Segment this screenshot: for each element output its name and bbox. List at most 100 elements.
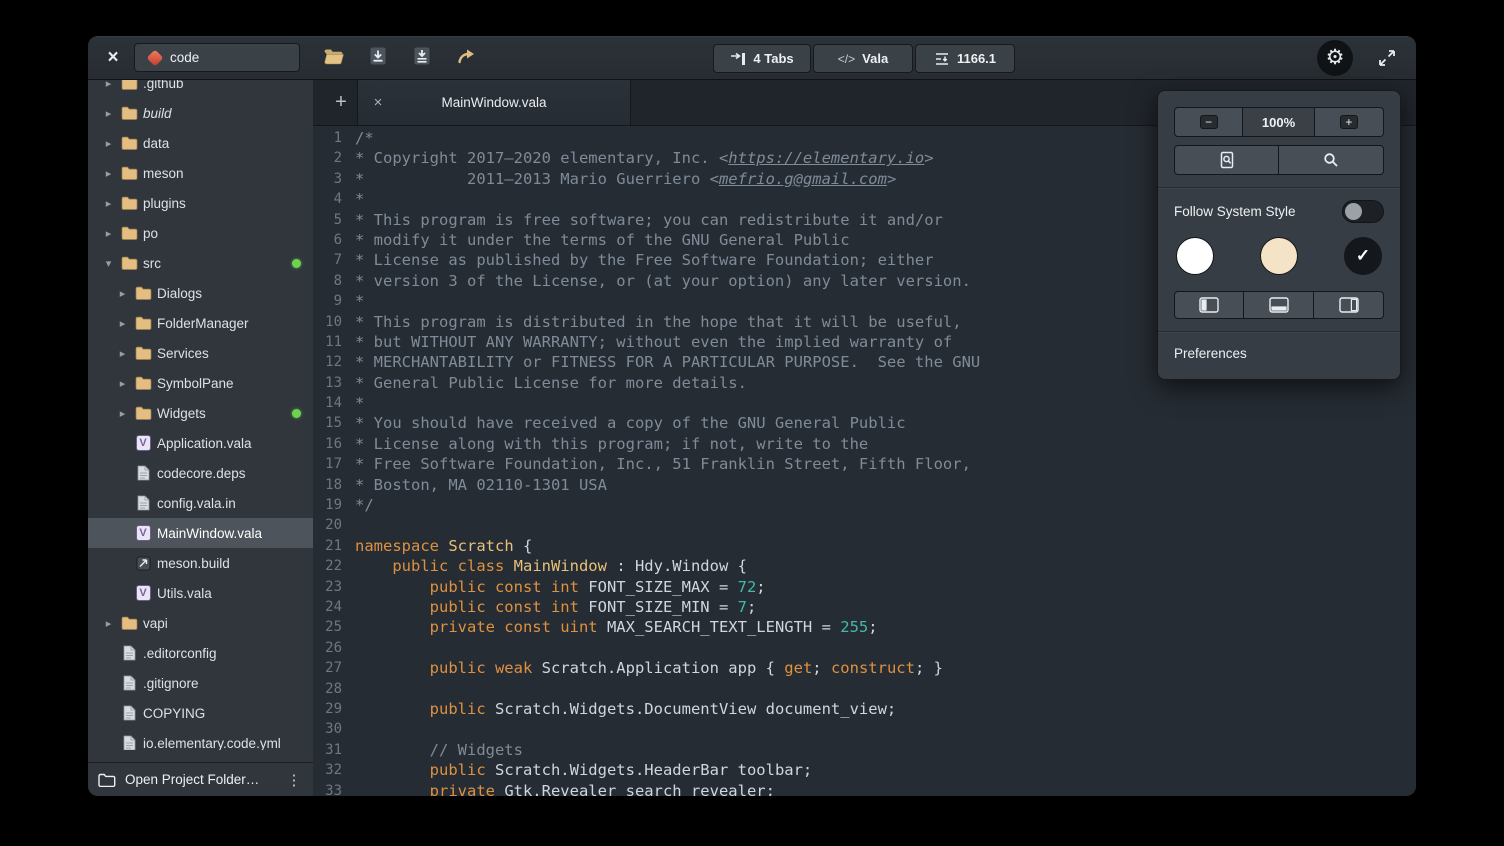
open-folder-button[interactable] [318,43,350,73]
tab-close-icon[interactable]: × [368,80,388,125]
tree-item-meson[interactable]: ▸meson [88,158,313,188]
tree-item-vapi[interactable]: ▸vapi [88,608,313,638]
tree-item--gitignore[interactable]: .gitignore [88,668,313,698]
preferences-button[interactable]: Preferences [1174,344,1247,363]
kebab-menu-icon[interactable]: ⋮ [285,771,303,789]
open-project-folder-button[interactable]: Open Project Folder… ⋮ [88,762,313,796]
tree-item-mainwindow-vala[interactable]: VMainWindow.vala [88,518,313,548]
tabs-overview-button[interactable]: 4 Tabs [713,44,811,73]
line-number: 19 [313,495,355,515]
tree-item-application-vala[interactable]: VApplication.vala [88,428,313,458]
code-text: public const int FONT_SIZE_MAX = 72; [355,577,766,597]
line-number: 13 [313,373,355,393]
chevron-right-icon[interactable]: ▸ [116,287,129,300]
tree-item-io-elementary-code-yml[interactable]: io.elementary.code.yml [88,728,313,750]
header-center-group: 4 Tabs </> Vala 1166.1 [713,44,1015,73]
save-as-button[interactable] [406,43,438,73]
tree-item-label: Dialogs [157,286,202,301]
line-number: 2 [313,148,355,168]
tree-item-codecore-deps[interactable]: codecore.deps [88,458,313,488]
save-icon [368,46,388,69]
tree-item-dialogs[interactable]: ▸ Dialogs [88,278,313,308]
style-light-button[interactable] [1176,237,1214,275]
chevron-right-icon[interactable]: ▸ [102,617,115,630]
layout-sidebar-right-icon [1339,297,1359,313]
chevron-right-icon[interactable]: ▸ [102,107,115,120]
line-number: 33 [313,781,355,797]
tree-item-po[interactable]: ▸po [88,218,313,248]
chevron-right-icon[interactable]: ▸ [116,347,129,360]
settings-gear-button[interactable]: ⚙ [1317,40,1353,76]
chevron-down-icon[interactable]: ▾ [102,257,115,270]
tree-item-config-vala-in[interactable]: config.vala.in [88,488,313,518]
zoom-in-button[interactable]: + [1315,107,1384,137]
find-button[interactable] [1279,145,1384,175]
tab-mainwindow-vala[interactable]: × MainWindow.vala [357,80,631,125]
tree-item-src[interactable]: ▾src [88,248,313,278]
zoom-controls: − 100% + [1174,107,1384,137]
tree-item-copying[interactable]: COPYING [88,698,313,728]
tree-item-symbolpane[interactable]: ▸SymbolPane [88,368,313,398]
tree-item-label: Application.vala [157,436,252,451]
chevron-right-icon[interactable]: ▸ [102,197,115,210]
code-text: public const int FONT_SIZE_MIN = 7; [355,597,756,617]
tree-item-widgets[interactable]: ▸Widgets [88,398,313,428]
zoom-out-button[interactable]: − [1174,107,1243,137]
chevron-right-icon[interactable]: ▸ [102,167,115,180]
toggle-sidebar-button[interactable] [1174,291,1244,319]
folder-icon [120,106,138,120]
chevron-right-icon[interactable]: ▸ [102,227,115,240]
chevron-right-icon[interactable]: ▸ [116,377,129,390]
code-text: * This program is free software; you can… [355,210,943,230]
tabs-count-label: 4 Tabs [753,51,793,66]
fullscreen-button[interactable] [1373,45,1401,71]
language-selector-button[interactable]: </> Vala [813,44,913,73]
tree-item-label: .editorconfig [143,646,217,661]
line-number: 24 [313,597,355,617]
tree-item-foldermanager[interactable]: ▸FolderManager [88,308,313,338]
code-text: * Free Software Foundation, Inc., 51 Fra… [355,454,971,474]
follow-system-toggle[interactable] [1342,200,1384,223]
zoom-out-icon: − [1200,115,1218,129]
tree-item-services[interactable]: ▸ Services [88,338,313,368]
file-icon [120,645,138,661]
save-button[interactable] [362,43,394,73]
toggle-right-panel-button[interactable] [1314,291,1384,319]
tree-item-label: codecore.deps [157,466,246,481]
style-sepia-button[interactable] [1260,237,1298,275]
line-number: 29 [313,699,355,719]
code-line: 20 [313,515,1416,535]
tree-item-utils-vala[interactable]: VUtils.vala [88,578,313,608]
window-close-button[interactable]: × [100,45,126,71]
tree-item--github[interactable]: ▸.github [88,80,313,98]
chevron-right-icon[interactable]: ▸ [116,407,129,420]
toggle-bottom-panel-button[interactable] [1244,291,1314,319]
code-line: 14* [313,393,1416,413]
chevron-right-icon[interactable]: ▸ [102,80,115,90]
line-number: 8 [313,271,355,291]
tree-item--editorconfig[interactable]: .editorconfig [88,638,313,668]
style-dark-button[interactable]: ✓ [1344,237,1382,275]
find-in-files-button[interactable] [1174,145,1279,175]
project-chooser-button[interactable]: code [134,43,300,72]
sidebar: ▸.github▸build▸data▸meson▸plugins▸po▾src… [88,80,313,796]
tree-item-plugins[interactable]: ▸plugins [88,188,313,218]
tree-item-meson-build[interactable]: meson.build [88,548,313,578]
new-tab-button[interactable]: + [325,80,357,125]
tree-item-build[interactable]: ▸build [88,98,313,128]
check-icon: ✓ [1356,246,1370,266]
layout-sidebar-left-icon [1199,297,1219,313]
tree-item-data[interactable]: ▸data [88,128,313,158]
goto-line-button[interactable]: 1166.1 [915,44,1015,73]
chevron-right-icon[interactable]: ▸ [102,137,115,150]
code-text: * License as published by the Free Softw… [355,250,934,270]
folder-icon [134,316,152,330]
chevron-right-icon[interactable]: ▸ [116,317,129,330]
tree-item-label: Services [157,346,209,361]
meson-icon [134,556,152,571]
line-number: 11 [313,332,355,352]
follow-system-label: Follow System Style [1174,204,1296,219]
save-as-icon [412,46,432,69]
revert-button[interactable] [450,43,482,73]
revert-icon [456,47,477,68]
